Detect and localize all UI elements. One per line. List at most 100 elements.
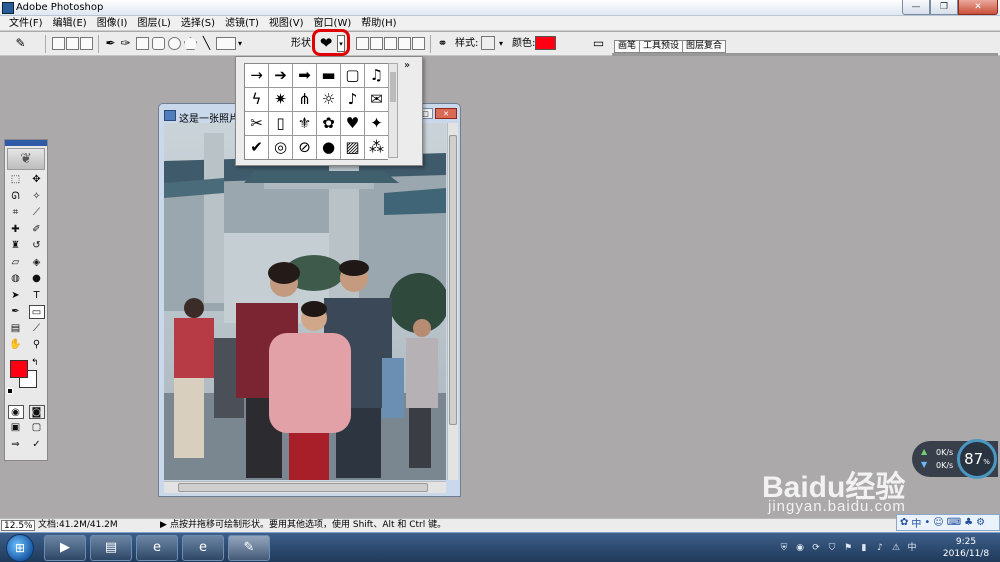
taskbar-internet-explorer[interactable]: e <box>136 535 178 561</box>
memory-gauge[interactable]: 87% <box>957 439 997 479</box>
shape-picker-scrollbar[interactable] <box>388 63 398 158</box>
tools-palette-header[interactable] <box>5 140 47 146</box>
shape-dots-grid[interactable]: ⁂ <box>365 136 388 159</box>
custom-shape-tool-icon[interactable]: ▭ <box>28 305 45 320</box>
default-colors-icon[interactable] <box>7 387 13 394</box>
tray-sync-icon[interactable]: ⟳ <box>810 542 822 554</box>
shape-frame[interactable]: ▢ <box>341 64 364 87</box>
tray-shield-icon[interactable]: ⛉ <box>826 542 838 554</box>
document-canvas[interactable] <box>164 123 446 480</box>
rounded-rectangle-icon[interactable] <box>152 37 165 50</box>
paint-bucket-icon[interactable]: ◈ <box>29 256 45 270</box>
start-button[interactable]: ⊞ <box>6 534 34 562</box>
ime-keyboard-icon[interactable]: ⌨ <box>947 517 961 528</box>
ime-punctuation-icon[interactable]: • <box>924 517 930 528</box>
eyedropper-tool-icon[interactable]: ⟋ <box>29 322 45 336</box>
shape-scissors[interactable]: ✂ <box>245 112 268 135</box>
imageready-icon[interactable]: ✓ <box>29 438 45 452</box>
menu-image[interactable]: 图像(I) <box>92 16 133 30</box>
quick-mask-mode-icon[interactable]: ◙ <box>28 404 45 419</box>
foreground-color-swatch[interactable] <box>10 359 28 378</box>
close-button[interactable]: ✕ <box>958 0 998 15</box>
shape-no-symbol[interactable]: ⊘ <box>293 136 316 159</box>
ime-settings-icon[interactable]: ⚙ <box>976 517 985 528</box>
add-to-shape-area-icon[interactable] <box>370 37 383 50</box>
ime-skin-icon[interactable]: ♣ <box>964 517 973 528</box>
menu-filter[interactable]: 滤镜(T) <box>220 16 264 30</box>
shape-puzzle[interactable]: ✦ <box>365 112 388 135</box>
brush-tool-icon[interactable]: ✐ <box>29 223 45 237</box>
status-menu-arrow-icon[interactable]: ▶ <box>160 520 167 531</box>
tray-security-icon[interactable]: ⛨ <box>778 542 790 554</box>
zoom-field[interactable]: 12.5% <box>1 520 35 531</box>
swap-colors-icon[interactable]: ↰ <box>31 358 39 368</box>
shape-blank-page[interactable]: ▯ <box>269 112 292 135</box>
shape-lightning[interactable]: ϟ <box>245 88 268 111</box>
shape-banner[interactable]: ▬ <box>317 64 340 87</box>
history-brush-icon[interactable]: ↺ <box>29 239 45 253</box>
shape-burst[interactable]: ✷ <box>269 88 292 111</box>
path-selection-icon[interactable]: ➤ <box>8 289 24 303</box>
tray-ime-icon[interactable]: 中 <box>906 542 918 554</box>
ime-language[interactable]: 中 <box>911 515 921 530</box>
style-swatch[interactable] <box>481 36 495 50</box>
tray-app-icon[interactable]: ◉ <box>794 542 806 554</box>
shape-tool-dropdown-arrow[interactable]: ▾ <box>238 36 242 51</box>
shape-target[interactable]: ◎ <box>269 136 292 159</box>
menu-layer[interactable]: 图层(L) <box>132 16 175 30</box>
shape-note[interactable]: ♪ <box>341 88 364 111</box>
tray-action-center-icon[interactable]: ⚠ <box>890 542 902 554</box>
zoom-tool-icon[interactable]: ⚲ <box>29 338 45 352</box>
vertical-scroll-thumb[interactable] <box>449 135 457 425</box>
subtract-shape-area-icon[interactable] <box>384 37 397 50</box>
minimize-button[interactable]: — <box>902 0 930 15</box>
shape-heart[interactable]: ♥ <box>341 112 364 135</box>
line-shape-icon[interactable]: ╲ <box>200 37 213 50</box>
polygon-shape-icon[interactable] <box>184 37 197 50</box>
tray-network-icon[interactable]: ▮ <box>858 542 870 554</box>
link-icon[interactable]: ⚭ <box>436 37 449 50</box>
screen-mode-standard-icon[interactable]: ▣ <box>8 421 24 435</box>
tab-layer-comps[interactable]: 图层复合 <box>683 41 725 52</box>
pen-tool-icon[interactable]: ✒ <box>8 305 24 319</box>
type-tool-icon[interactable]: T <box>29 289 45 303</box>
marquee-tool-icon[interactable]: ⬚ <box>8 173 24 187</box>
custom-shape-tool-preset-icon[interactable]: ✎ <box>14 37 27 50</box>
shape-envelope[interactable]: ✉ <box>365 88 388 111</box>
create-new-shape-area-icon[interactable] <box>356 37 369 50</box>
horizontal-scroll-thumb[interactable] <box>178 483 428 492</box>
taskbar-internet-explorer-2[interactable]: e <box>182 535 224 561</box>
tab-brushes[interactable]: 画笔 <box>615 41 641 52</box>
shape-lightbulb[interactable]: ☼ <box>317 88 340 111</box>
standard-mode-icon[interactable]: ◉ <box>7 404 24 419</box>
lasso-tool-icon[interactable]: ᘏ <box>8 190 24 204</box>
eraser-tool-icon[interactable]: ▱ <box>8 256 24 270</box>
magic-wand-tool-icon[interactable]: ✧ <box>29 190 45 204</box>
adobe-feather-icon[interactable]: ❦ <box>7 148 45 170</box>
palette-well-icon[interactable]: ▭ <box>592 37 605 50</box>
exclude-shape-area-icon[interactable] <box>412 37 425 50</box>
shape-grass[interactable]: ⋔ <box>293 88 316 111</box>
slice-tool-icon[interactable]: ⟋ <box>29 206 45 220</box>
move-tool-icon[interactable]: ✥ <box>29 173 45 187</box>
jump-to-imageready-icon[interactable]: ⇒ <box>8 438 24 452</box>
menu-file[interactable]: 文件(F) <box>4 16 48 30</box>
tray-volume-icon[interactable]: ♪ <box>874 542 886 554</box>
document-horizontal-scrollbar[interactable] <box>164 481 446 493</box>
shape-flower[interactable]: ✿ <box>317 112 340 135</box>
notes-tool-icon[interactable]: ▤ <box>8 322 24 336</box>
tab-tool-presets[interactable]: 工具预设 <box>640 41 684 52</box>
shape-hatch[interactable]: ▨ <box>341 136 364 159</box>
ellipse-shape-icon[interactable] <box>168 37 181 50</box>
hand-tool-icon[interactable]: ✋ <box>8 338 24 352</box>
menu-window[interactable]: 窗口(W) <box>309 16 357 30</box>
color-swatch[interactable] <box>535 36 556 50</box>
menu-help[interactable]: 帮助(H) <box>356 16 401 30</box>
dodge-tool-icon[interactable]: ● <box>29 272 45 286</box>
shape-arrow-thin[interactable]: → <box>245 64 268 87</box>
maximize-button[interactable]: ❐ <box>930 0 958 15</box>
document-vertical-scrollbar[interactable] <box>447 123 458 480</box>
fill-pixels-icon[interactable] <box>80 37 93 50</box>
rectangle-shape-icon[interactable] <box>136 37 149 50</box>
pen-tool-icon[interactable]: ✒ <box>104 37 117 50</box>
